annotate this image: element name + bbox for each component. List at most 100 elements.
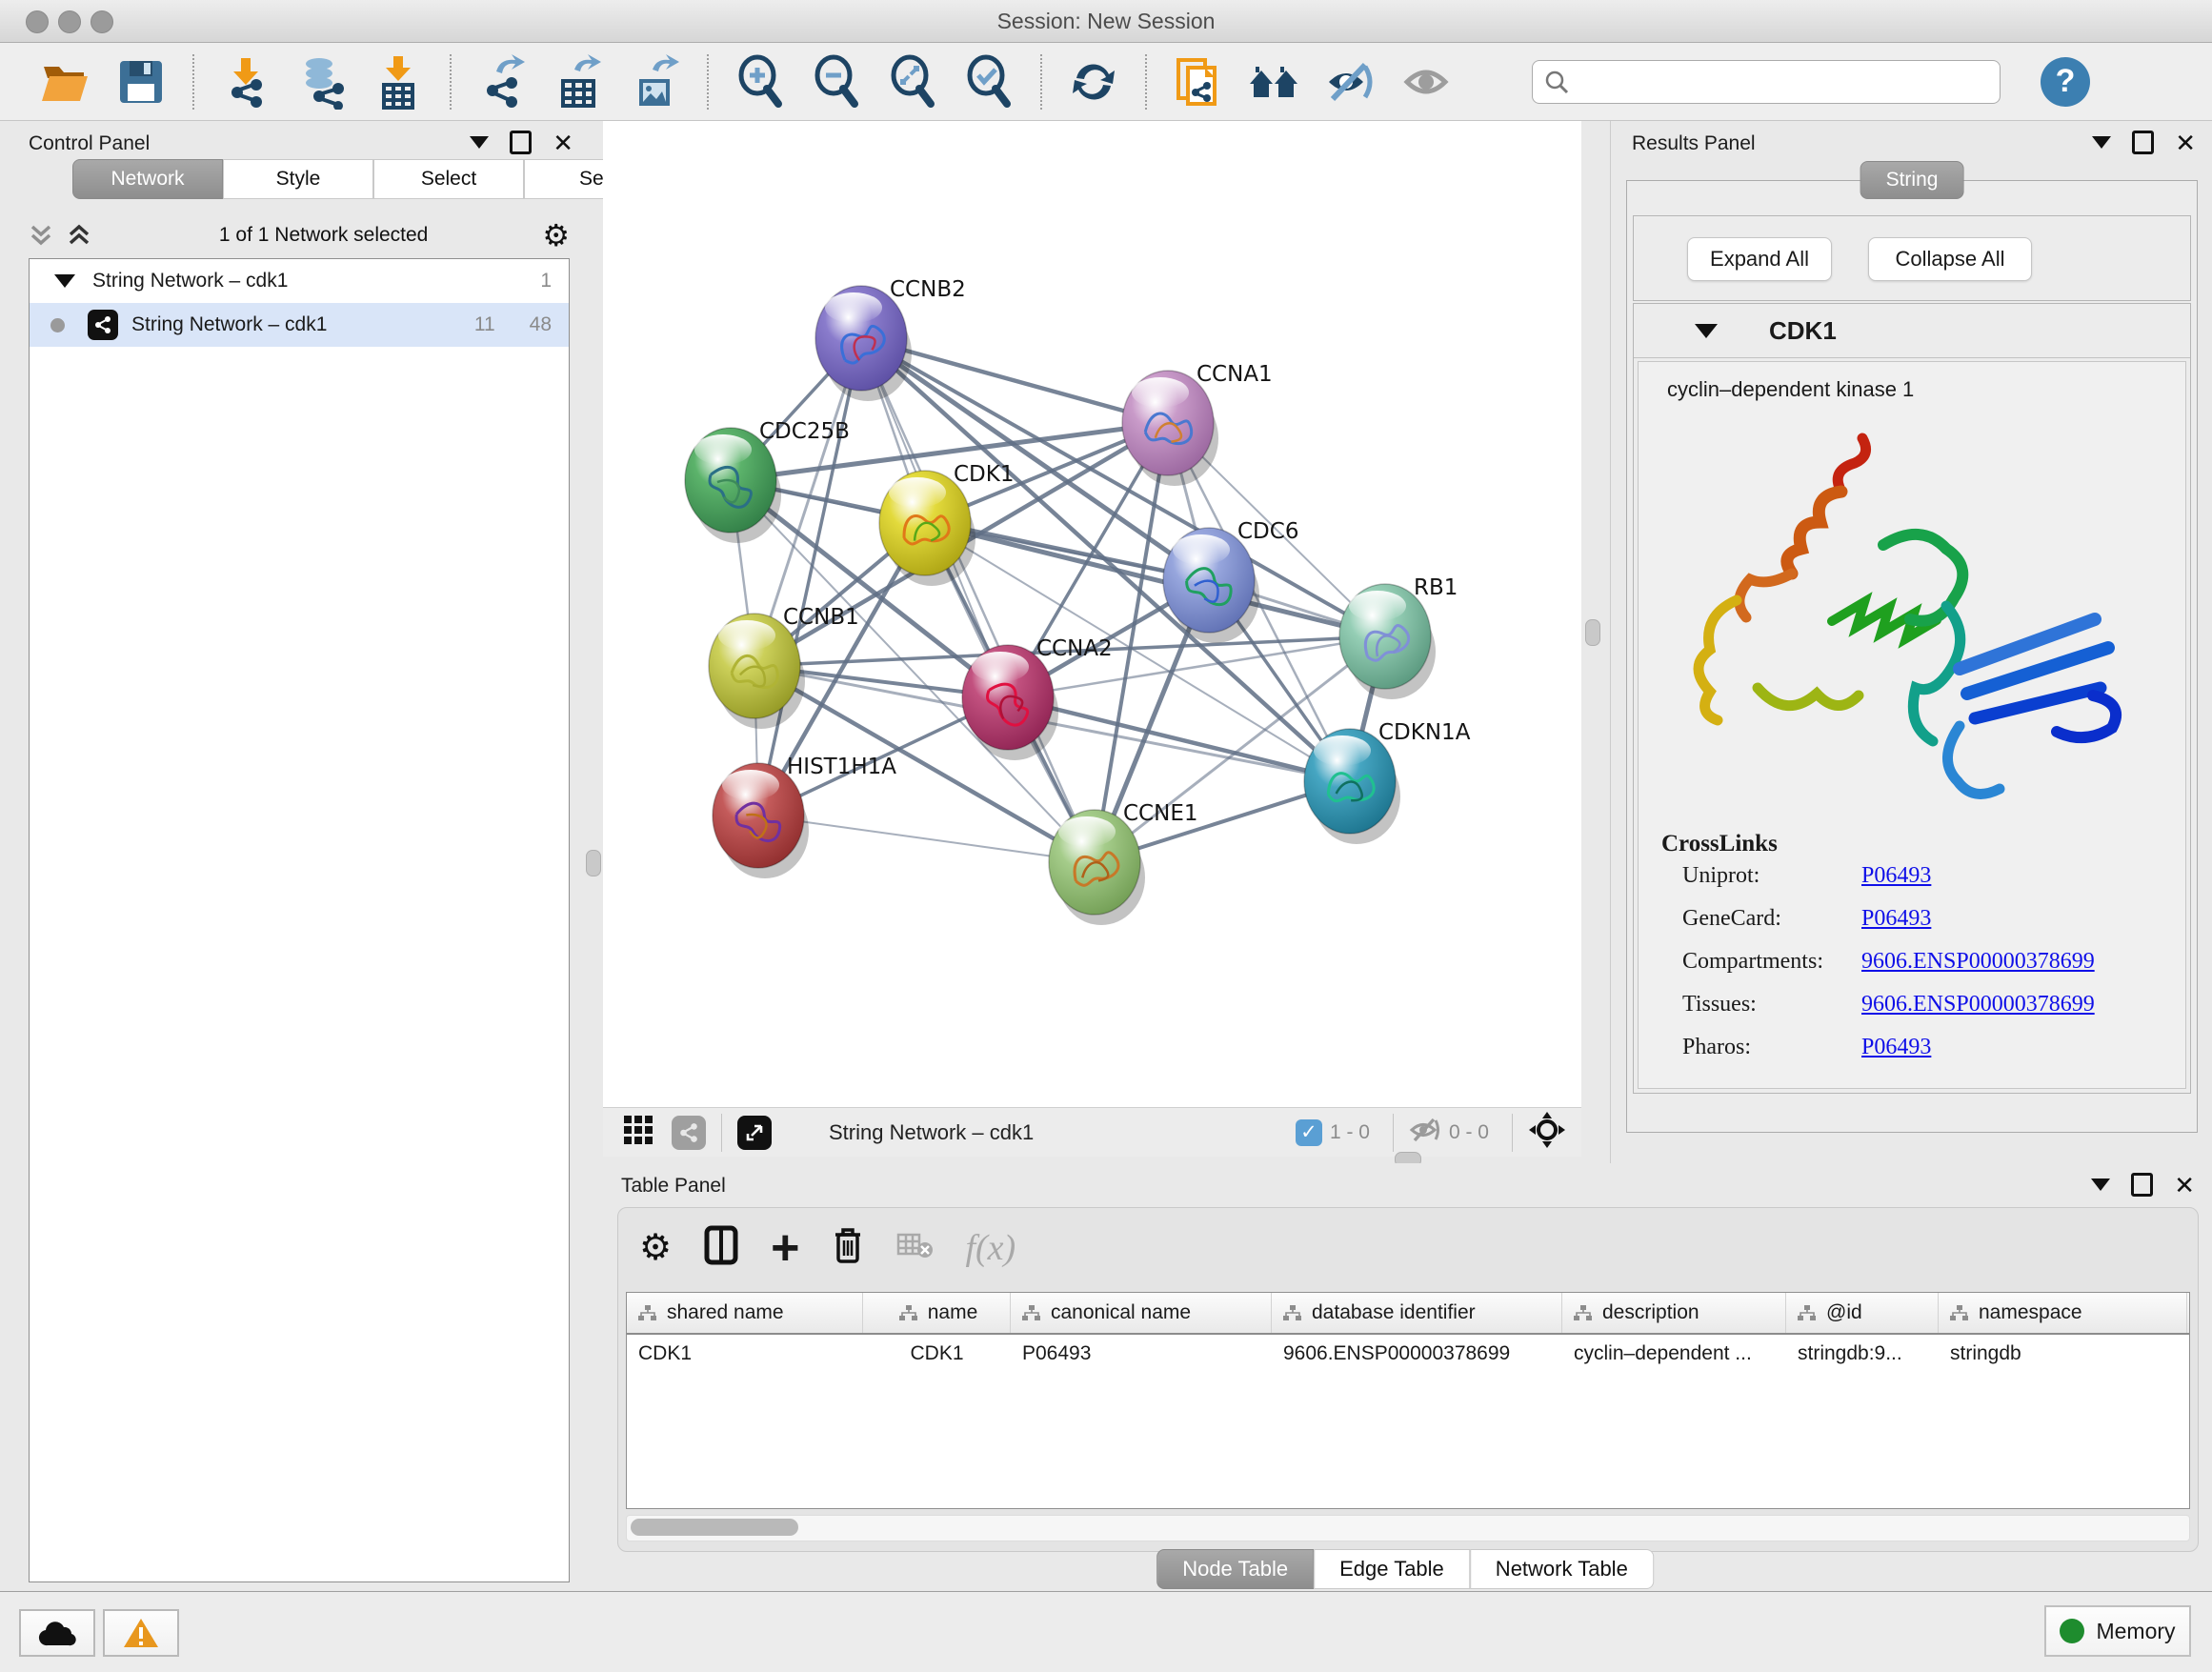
table-cell[interactable]: cyclin–dependent ... <box>1562 1335 1786 1373</box>
help-button[interactable]: ? <box>2041 57 2090 107</box>
tab-string[interactable]: String <box>1860 161 1964 199</box>
string-results-box: Expand All Collapse All CDK1 cyclin–depe… <box>1626 180 2198 1133</box>
network-node-CDC25B[interactable]: CDC25B <box>685 419 850 543</box>
collapse-all-icon[interactable] <box>29 223 53 248</box>
network-node-CCNA1[interactable]: CCNA1 <box>1122 362 1273 486</box>
export-image-icon[interactable] <box>626 52 685 111</box>
network-row[interactable]: String Network – cdk1 11 48 <box>30 303 569 347</box>
zoom-selected-icon[interactable] <box>959 52 1018 111</box>
table-cell[interactable]: P06493 <box>1011 1335 1272 1373</box>
table-cell[interactable]: stringdb:9... <box>1786 1335 1939 1373</box>
collapse-all-button[interactable]: Collapse All <box>1868 237 2032 281</box>
open-session-icon[interactable] <box>35 52 94 111</box>
import-network-file-icon[interactable] <box>216 52 275 111</box>
search-input[interactable] <box>1579 70 1988 94</box>
network-node-HIST1H1A[interactable]: HIST1H1A <box>713 755 896 878</box>
import-network-database-icon[interactable] <box>292 52 352 111</box>
crosslink-link[interactable]: P06493 <box>1861 863 1931 889</box>
panel-minimize-icon[interactable] <box>470 136 489 149</box>
network-edge[interactable] <box>758 338 861 816</box>
first-neighbors-icon[interactable] <box>1245 52 1304 111</box>
grid-view-icon[interactable] <box>622 1114 654 1151</box>
tab-node-table[interactable]: Node Table <box>1156 1549 1314 1589</box>
network-node-RB1[interactable]: RB1 <box>1339 575 1458 699</box>
table-row[interactable]: CDK1CDK1P064939606.ENSP00000378699cyclin… <box>627 1335 2189 1373</box>
network-selection-status: 1 of 1 Network selected <box>105 224 542 247</box>
crosslink-link[interactable]: P06493 <box>1861 1035 1931 1060</box>
cloud-status-button[interactable] <box>19 1609 95 1657</box>
add-column-icon[interactable]: + <box>771 1231 799 1265</box>
network-node-CCNB1[interactable]: CCNB1 <box>709 605 859 729</box>
panel-minimize-icon[interactable] <box>2092 136 2111 149</box>
crosslink-link[interactable]: P06493 <box>1861 906 1931 932</box>
panel-minimize-icon[interactable] <box>2091 1178 2110 1191</box>
delete-column-icon[interactable] <box>832 1225 864 1270</box>
network-edge[interactable] <box>758 816 1095 862</box>
tab-edge-table[interactable]: Edge Table <box>1314 1549 1470 1589</box>
splitter-handle[interactable] <box>586 850 601 876</box>
network-options-gear-icon[interactable]: ⚙ <box>542 220 570 251</box>
scrollbar-thumb[interactable] <box>631 1519 798 1536</box>
network-node-CCNE1[interactable]: CCNE1 <box>1049 801 1198 925</box>
table-cell[interactable]: CDK1 <box>627 1335 863 1373</box>
refresh-icon[interactable] <box>1064 52 1123 111</box>
detach-view-icon[interactable] <box>737 1116 772 1150</box>
show-columns-icon[interactable] <box>704 1225 738 1270</box>
network-canvas[interactable]: CCNB2CCNA1CDC25BCDK1CDC6RB1CCNB1CCNA2CDK… <box>603 121 1581 1107</box>
zoom-in-icon[interactable] <box>731 52 790 111</box>
network-node-CCNB2[interactable]: CCNB2 <box>815 277 966 401</box>
export-network-icon[interactable] <box>473 52 533 111</box>
section-caret-icon[interactable] <box>1695 324 1718 338</box>
tab-select[interactable]: Select <box>373 159 524 199</box>
crosslink-link[interactable]: 9606.ENSP00000378699 <box>1861 949 2095 975</box>
show-all-icon[interactable] <box>1398 52 1457 111</box>
memory-label: Memory <box>2096 1619 2175 1644</box>
panel-close-icon[interactable]: ✕ <box>553 133 573 152</box>
network-collection-row[interactable]: String Network – cdk1 1 <box>30 259 569 303</box>
tab-network-table[interactable]: Network Table <box>1470 1549 1654 1589</box>
network-node-CDC6[interactable]: CDC6 <box>1163 519 1298 643</box>
tab-style[interactable]: Style <box>223 159 373 199</box>
column-header-canonical-name[interactable]: canonical name <box>1011 1293 1272 1333</box>
network-share-icon[interactable] <box>672 1116 706 1150</box>
panel-float-icon[interactable] <box>2131 1173 2153 1197</box>
birds-eye-icon[interactable] <box>1528 1111 1566 1154</box>
export-table-icon[interactable] <box>550 52 609 111</box>
zoom-out-icon[interactable] <box>807 52 866 111</box>
table-cell[interactable]: 9606.ENSP00000378699 <box>1272 1335 1562 1373</box>
panel-float-icon[interactable] <box>510 131 532 154</box>
expand-all-button[interactable]: Expand All <box>1687 237 1832 281</box>
expand-all-icon[interactable] <box>67 223 91 248</box>
zoom-fit-icon[interactable] <box>883 52 942 111</box>
column-header-name[interactable]: name <box>863 1293 1011 1333</box>
splitter-handle[interactable] <box>1585 619 1600 646</box>
protein-section-header[interactable]: CDK1 <box>1634 304 2190 358</box>
table-cell[interactable]: stringdb <box>1939 1335 2187 1373</box>
panel-close-icon[interactable]: ✕ <box>2174 1176 2195 1195</box>
panel-float-icon[interactable] <box>2132 131 2154 154</box>
network-node-CDKN1A[interactable]: CDKN1A <box>1304 720 1471 844</box>
warning-status-button[interactable] <box>103 1609 179 1657</box>
table-cell[interactable]: CDK1 <box>863 1335 1011 1373</box>
import-table-icon[interactable] <box>369 52 428 111</box>
table-hscrollbar[interactable] <box>626 1515 2190 1541</box>
node-label-CCNA1: CCNA1 <box>1196 362 1273 387</box>
results-panel-title: Results Panel <box>1632 132 1756 155</box>
column-header-namespace[interactable]: namespace <box>1939 1293 2187 1333</box>
column-header-database-identifier[interactable]: database identifier <box>1272 1293 1562 1333</box>
selected-checkbox-icon[interactable]: ✓ <box>1296 1119 1322 1146</box>
tree-caret-icon[interactable] <box>54 274 75 288</box>
column-header-description[interactable]: description <box>1562 1293 1786 1333</box>
column-header-shared-name[interactable]: shared name <box>627 1293 863 1333</box>
network-node-CCNA2[interactable]: CCNA2 <box>962 636 1113 760</box>
table-options-gear-icon[interactable]: ⚙ <box>639 1233 672 1263</box>
tab-network[interactable]: Network <box>72 159 223 199</box>
column-header--id[interactable]: @id <box>1786 1293 1939 1333</box>
copy-style-icon[interactable] <box>1169 52 1228 111</box>
crosslink-link[interactable]: 9606.ENSP00000378699 <box>1861 992 2095 1017</box>
search-box <box>1532 60 2001 104</box>
hide-selected-icon[interactable] <box>1321 52 1380 111</box>
memory-button[interactable]: Memory <box>2044 1605 2191 1657</box>
save-session-icon[interactable] <box>111 52 171 111</box>
panel-close-icon[interactable]: ✕ <box>2175 133 2196 152</box>
